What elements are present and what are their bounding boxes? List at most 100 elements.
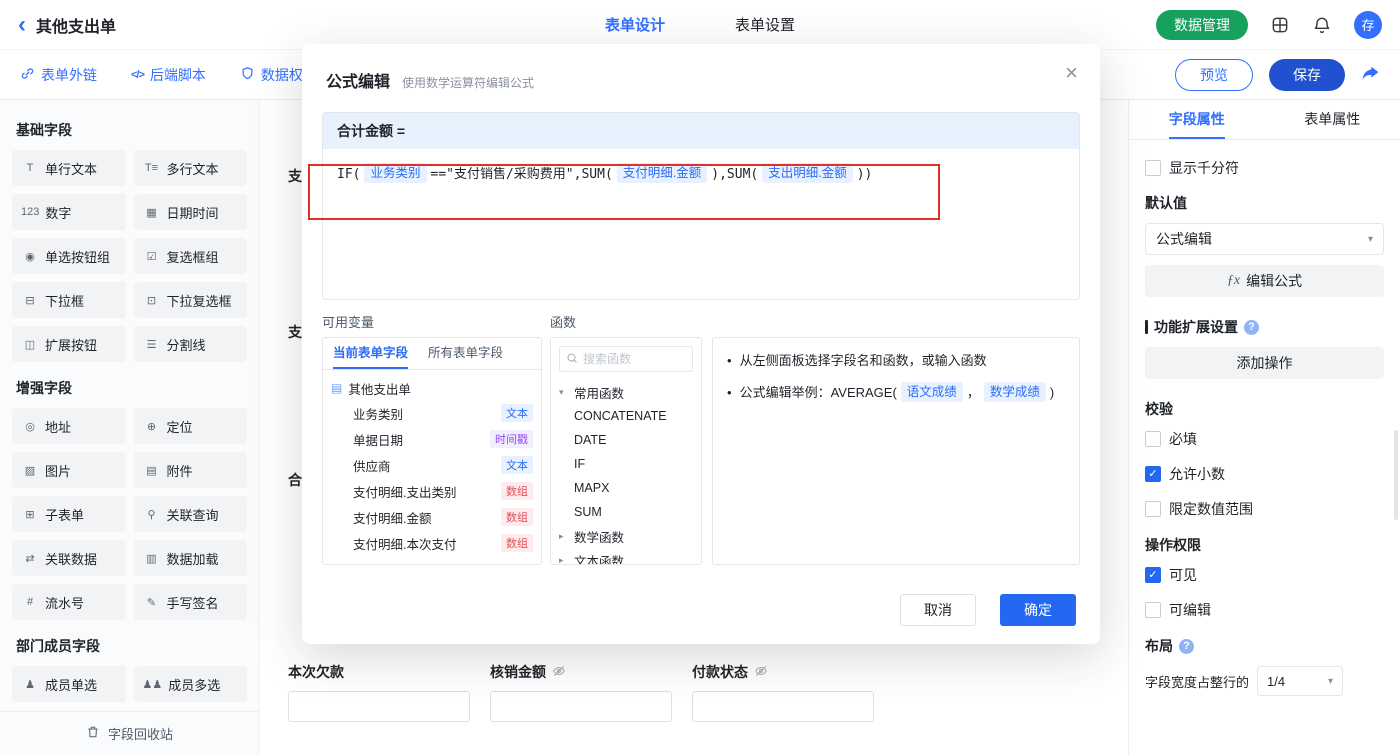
tab-all-form-fields[interactable]: 所有表单字段 bbox=[418, 338, 513, 369]
back-icon[interactable]: ‹ bbox=[18, 12, 26, 36]
checkbox-required[interactable] bbox=[1145, 431, 1161, 447]
question-icon[interactable]: ? bbox=[1179, 638, 1194, 654]
variable-item[interactable]: 支付明细.本次支付 数组 bbox=[331, 530, 533, 556]
variable-item[interactable]: 业务类别 文本 bbox=[331, 400, 533, 426]
checkbox-allow-decimal[interactable]: ✓ bbox=[1145, 466, 1161, 482]
tab-form-settings[interactable]: 表单设置 bbox=[735, 14, 795, 35]
field-input[interactable] bbox=[692, 691, 874, 722]
canvas-field-writeoff[interactable]: 核销金额 bbox=[490, 662, 672, 722]
confirm-button[interactable]: 确定 bbox=[1000, 594, 1076, 626]
field-button-single-text[interactable]: T 单行文本 bbox=[12, 150, 126, 186]
apps-icon[interactable] bbox=[1270, 15, 1290, 35]
function-item[interactable]: CONCATENATE bbox=[559, 404, 693, 428]
variable-item[interactable]: 供应商 文本 bbox=[331, 452, 533, 478]
function-group-math[interactable]: ▸ 数学函数 bbox=[559, 524, 693, 548]
cancel-button[interactable]: 取消 bbox=[900, 594, 976, 626]
formula-text: )) bbox=[856, 167, 873, 182]
field-button-lookup[interactable]: ⚲ 关联查询 bbox=[133, 496, 247, 532]
function-item[interactable]: SUM bbox=[559, 500, 693, 524]
allow-decimal-row[interactable]: ✓ 允许小数 bbox=[1145, 464, 1384, 484]
eye-off-icon bbox=[552, 664, 566, 681]
field-button-linked-data[interactable]: ⇄ 关联数据 bbox=[12, 540, 126, 576]
edit-formula-button[interactable]: ƒx 编辑公式 bbox=[1145, 265, 1384, 297]
tab-form-properties[interactable]: 表单属性 bbox=[1265, 100, 1400, 139]
add-action-button[interactable]: 添加操作 bbox=[1145, 347, 1384, 379]
tab-current-form-fields[interactable]: 当前表单字段 bbox=[323, 338, 418, 369]
formula-token[interactable]: 支付明细.金额 bbox=[616, 163, 708, 183]
chevron-right-icon: ▸ bbox=[559, 554, 564, 565]
field-button-location[interactable]: ⊕ 定位 bbox=[133, 408, 247, 444]
data-manage-button[interactable]: 数据管理 bbox=[1156, 9, 1248, 40]
visible-row[interactable]: ✓ 可见 bbox=[1145, 565, 1384, 585]
avatar[interactable]: 存 bbox=[1354, 10, 1382, 39]
tab-form-design[interactable]: 表单设计 bbox=[605, 14, 665, 35]
field-button-multi-text[interactable]: T≡ 多行文本 bbox=[133, 150, 247, 186]
canvas-field-pay-status[interactable]: 付款状态 bbox=[692, 662, 874, 722]
required-row[interactable]: 必填 bbox=[1145, 429, 1384, 449]
save-button[interactable]: 保存 bbox=[1269, 58, 1345, 91]
validation-text: 校验 bbox=[1145, 401, 1173, 417]
share-icon[interactable] bbox=[1361, 65, 1380, 84]
tab-field-properties[interactable]: 字段属性 bbox=[1129, 100, 1265, 139]
field-input[interactable] bbox=[288, 691, 470, 722]
question-icon[interactable]: ? bbox=[1244, 319, 1259, 335]
backend-script-item[interactable]: </> 后端脚本 bbox=[131, 65, 206, 85]
formula-input-area[interactable]: IF(业务类别 =="支付销售/采购费用",SUM(支付明细.金额),SUM(支出… bbox=[323, 149, 1079, 201]
field-width-select[interactable]: 1/4 ▾ bbox=[1257, 666, 1344, 696]
canvas-field-balance[interactable]: 本次欠款 bbox=[288, 662, 470, 722]
variable-item[interactable]: 单据日期 时间戳 bbox=[331, 426, 533, 452]
checkbox-visible[interactable]: ✓ bbox=[1145, 567, 1161, 583]
chevron-down-icon: ▾ bbox=[559, 386, 564, 397]
bell-icon[interactable] bbox=[1312, 15, 1332, 35]
checkbox-editable[interactable] bbox=[1145, 602, 1161, 618]
formula-token[interactable]: 业务类别 bbox=[364, 163, 427, 183]
variable-item[interactable]: 支付明细.金额 数组 bbox=[331, 504, 533, 530]
field-input[interactable] bbox=[490, 691, 672, 722]
close-icon[interactable]: × bbox=[1065, 62, 1078, 84]
extend-button-icon: ◫ bbox=[24, 338, 36, 351]
check-icon: ✓ bbox=[1148, 569, 1158, 581]
function-item[interactable]: IF bbox=[559, 452, 693, 476]
checkbox-thousands[interactable] bbox=[1145, 160, 1161, 176]
scrollbar[interactable] bbox=[1394, 430, 1398, 520]
thousands-separator-row[interactable]: 显示千分符 bbox=[1145, 158, 1384, 178]
checkbox-limit-range[interactable] bbox=[1145, 501, 1161, 517]
function-search[interactable] bbox=[559, 346, 693, 372]
formula-token[interactable]: 支出明细.金额 bbox=[762, 163, 853, 183]
field-button-label: 下拉复选框 bbox=[166, 293, 232, 309]
field-button-number[interactable]: 123 数字 bbox=[12, 194, 126, 230]
thousands-label: 显示千分符 bbox=[1169, 160, 1239, 176]
field-button-radio-group[interactable]: ◉ 单选按钮组 bbox=[12, 238, 126, 274]
field-button-member-single[interactable]: ♟ 成员单选 bbox=[12, 666, 126, 702]
field-button-multi-dropdown[interactable]: ⊡ 下拉复选框 bbox=[133, 282, 247, 318]
field-button-datetime[interactable]: ▦ 日期时间 bbox=[133, 194, 247, 230]
field-button-checkbox-group[interactable]: ☑ 复选框组 bbox=[133, 238, 247, 274]
preview-button[interactable]: 预览 bbox=[1175, 58, 1253, 91]
field-button-attachment[interactable]: ▤ 附件 bbox=[133, 452, 247, 488]
field-button-subform[interactable]: ⊞ 子表单 bbox=[12, 496, 126, 532]
field-button-signature[interactable]: ✎ 手写签名 bbox=[133, 584, 247, 620]
search-input[interactable] bbox=[583, 352, 686, 366]
form-external-link-item[interactable]: 表单外链 bbox=[20, 65, 97, 85]
tree-root[interactable]: ▤ 其他支出单 bbox=[331, 376, 533, 400]
field-button-member-multi[interactable]: ♟♟ 成员多选 bbox=[133, 666, 247, 702]
function-item[interactable]: DATE bbox=[559, 428, 693, 452]
field-button-dropdown[interactable]: ⊟ 下拉框 bbox=[12, 282, 126, 318]
field-button-image[interactable]: ▨ 图片 bbox=[12, 452, 126, 488]
limit-range-row[interactable]: 限定数值范围 bbox=[1145, 499, 1384, 519]
example-token: 语文成绩 bbox=[900, 382, 963, 402]
function-item[interactable]: MAPX bbox=[559, 476, 693, 500]
field-button-data-load[interactable]: ▥ 数据加载 bbox=[133, 540, 247, 576]
variable-item[interactable]: 支付明细.支出类别 数组 bbox=[331, 478, 533, 504]
field-button-label: 图片 bbox=[45, 463, 72, 479]
default-value-select[interactable]: 公式编辑 ▾ bbox=[1145, 223, 1384, 255]
field-button-address[interactable]: ◎ 地址 bbox=[12, 408, 126, 444]
field-button-divider[interactable]: ☰ 分割线 bbox=[133, 326, 247, 362]
editable-row[interactable]: 可编辑 bbox=[1145, 600, 1384, 620]
field-recycle-bin[interactable]: 字段回收站 bbox=[0, 711, 259, 755]
function-group-common[interactable]: ▾ 常用函数 bbox=[559, 380, 693, 404]
field-button-serial-number[interactable]: # 流水号 bbox=[12, 584, 126, 620]
field-button-extend-button[interactable]: ◫ 扩展按钮 bbox=[12, 326, 126, 362]
function-group-text[interactable]: ▸ 文本函数 bbox=[559, 548, 693, 565]
data-permission-item[interactable]: 数据权 bbox=[240, 65, 303, 85]
